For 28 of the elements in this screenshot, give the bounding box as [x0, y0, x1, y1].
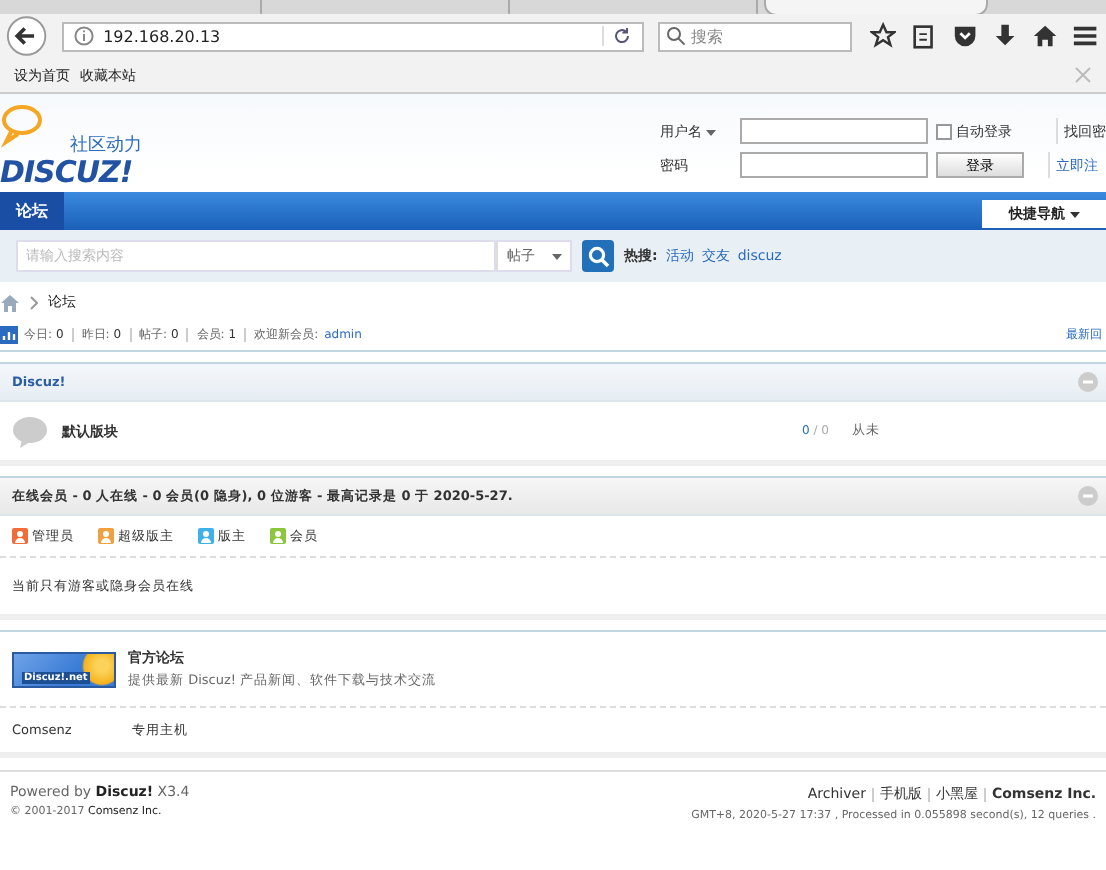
chart-icon	[0, 325, 18, 343]
search-icon	[665, 26, 686, 46]
auto-login-checkbox[interactable]	[936, 123, 952, 139]
star-icon[interactable]	[870, 22, 897, 50]
search-field[interactable]: 搜索	[657, 21, 853, 51]
resize-icon[interactable]	[1074, 66, 1092, 84]
chevron-icon	[30, 295, 38, 309]
address-bar[interactable]: 192.168.20.13	[61, 21, 644, 51]
discuz-logo[interactable]: 社区动力 DISCUZ!	[0, 104, 160, 194]
clipboard-icon[interactable]	[910, 22, 938, 50]
nav-tab[interactable]: 论坛	[0, 192, 64, 230]
pocket-icon[interactable]	[951, 22, 978, 50]
home-icon[interactable]	[1031, 22, 1058, 50]
caret-icon	[706, 129, 717, 135]
info-icon	[73, 26, 94, 46]
download-icon[interactable]	[991, 22, 1018, 50]
reload-icon[interactable]	[601, 26, 632, 46]
search-icon	[587, 245, 609, 267]
collapse-icon[interactable]	[1078, 486, 1098, 506]
speech-bubble-icon	[12, 415, 48, 447]
back-icon[interactable]	[6, 14, 48, 58]
search-button[interactable]	[582, 240, 614, 272]
username-field[interactable]	[740, 118, 928, 144]
caret-icon	[551, 253, 562, 259]
collapse-icon[interactable]	[1078, 372, 1098, 392]
password-field[interactable]	[740, 152, 928, 178]
caret-icon	[1069, 212, 1080, 218]
menu-icon[interactable]	[1071, 22, 1099, 50]
